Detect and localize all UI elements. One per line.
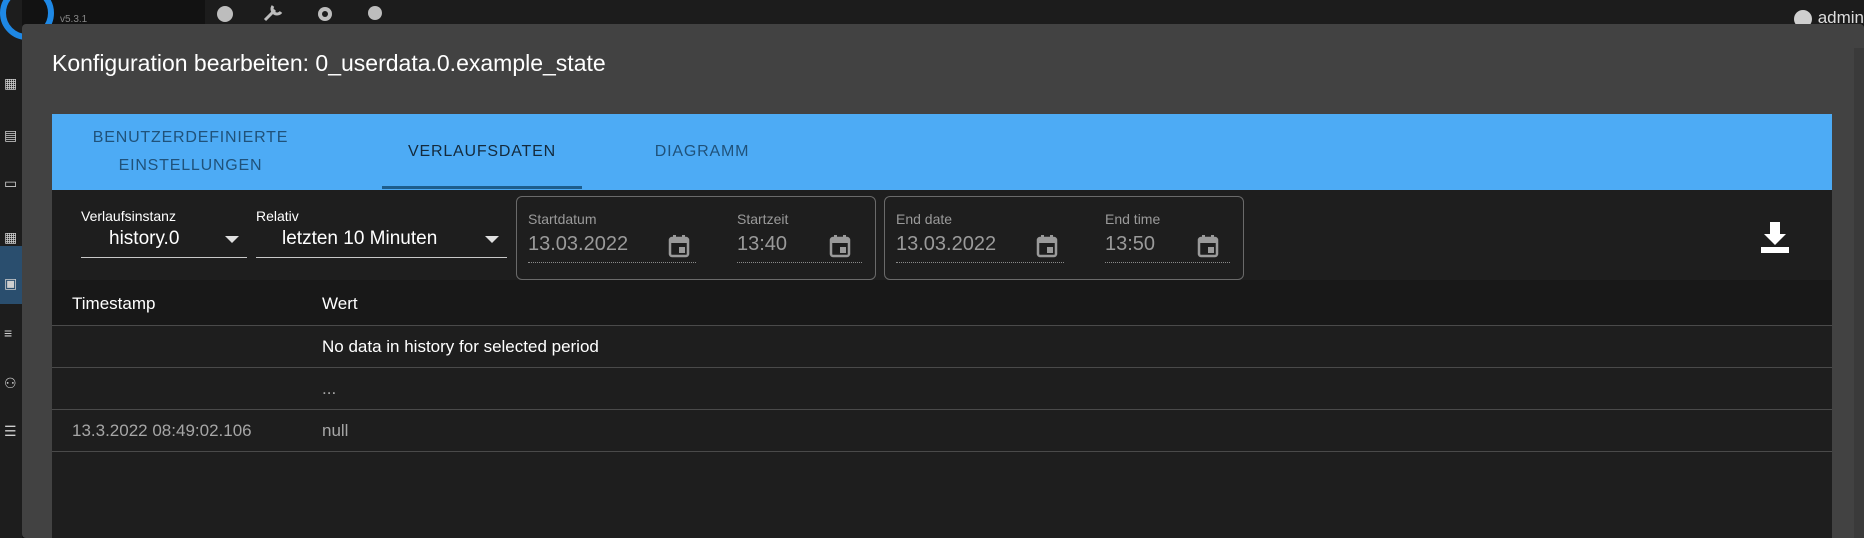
- storage-icon[interactable]: ☰: [4, 424, 20, 438]
- cell-value: null: [322, 421, 349, 440]
- relative-value: letzten 10 Minuten: [282, 228, 438, 249]
- user-icon[interactable]: ⚇: [4, 376, 20, 390]
- table-header: Timestamp Wert: [52, 280, 1832, 326]
- history-toolbar: Verlaufsinstanz history.0 Relativ letzte…: [52, 190, 1832, 280]
- instance-value: history.0: [109, 228, 180, 249]
- image-icon[interactable]: ▣: [4, 276, 20, 290]
- column-header-timestamp[interactable]: Timestamp: [72, 294, 155, 314]
- relative-label: Relativ: [256, 208, 299, 224]
- card-icon[interactable]: ▭: [4, 176, 20, 190]
- wrench-icon[interactable]: [261, 4, 285, 22]
- refresh-icon[interactable]: [213, 4, 237, 22]
- tab-chart[interactable]: DIAGRAMM: [622, 114, 782, 190]
- tab-history-data[interactable]: VERLAUFSDATEN: [382, 114, 582, 190]
- start-time-value: 13:40: [737, 233, 788, 255]
- apps-icon[interactable]: ▦: [4, 76, 20, 90]
- end-time-value: 13:50: [1105, 233, 1156, 255]
- top-bar: [205, 0, 1864, 24]
- tab-label: DIAGRAMM: [654, 143, 750, 160]
- list-icon[interactable]: ≡: [4, 326, 20, 340]
- store-icon[interactable]: ▤: [4, 128, 20, 142]
- start-date-label: Startdatum: [528, 211, 597, 227]
- start-range-group: Startdatum 13.03.2022 Startzeit 13:40: [516, 196, 876, 280]
- calendar-icon[interactable]: [1036, 234, 1058, 258]
- table-row: ...: [52, 368, 1832, 410]
- end-time-input[interactable]: 13:50: [1105, 233, 1230, 263]
- tab-bar: BENUTZERDEFINIERTE EINSTELLUNGEN VERLAUF…: [52, 114, 1832, 190]
- instance-label: Verlaufsinstanz: [81, 208, 176, 224]
- start-time-label: Startzeit: [737, 211, 789, 227]
- dialog-title: Konfiguration bearbeiten: 0_userdata.0.e…: [52, 50, 606, 76]
- start-time-input[interactable]: 13:40: [737, 233, 862, 263]
- start-date-input[interactable]: 13.03.2022: [528, 233, 696, 263]
- calendar-icon[interactable]: [829, 234, 851, 258]
- end-date-label: End date: [896, 211, 953, 227]
- start-date-value: 13.03.2022: [528, 233, 629, 255]
- column-header-value[interactable]: Wert: [322, 294, 358, 314]
- tab-label: VERLAUFSDATEN: [408, 143, 556, 160]
- instance-select[interactable]: history.0: [81, 228, 247, 258]
- end-time-label: End time: [1105, 211, 1161, 227]
- calendar-icon[interactable]: [1197, 234, 1219, 258]
- chevron-down-icon: [485, 236, 499, 243]
- chevron-down-icon: [225, 236, 239, 243]
- relative-select[interactable]: letzten 10 Minuten: [256, 228, 507, 258]
- dialog-scrollbar[interactable]: [1854, 48, 1864, 538]
- cell-value: No data in history for selected period: [322, 337, 599, 356]
- tab-active-indicator: [382, 186, 582, 189]
- cell-timestamp: 13.3.2022 08:49:02.106: [72, 421, 252, 440]
- sidebar: ▦ ▤ ▭ ▦ ▣ ≡ ⚇ ☰: [0, 0, 22, 538]
- config-dialog: Konfiguration bearbeiten: 0_userdata.0.e…: [22, 24, 1864, 538]
- tab-label-line1: BENUTZERDEFINIERTE: [92, 129, 289, 146]
- download-icon[interactable]: [1759, 220, 1791, 254]
- grid-icon[interactable]: ▦: [4, 230, 20, 244]
- table-row: 13.3.2022 08:49:02.106 null: [52, 410, 1832, 452]
- calendar-icon[interactable]: [668, 234, 690, 258]
- end-date-input[interactable]: 13.03.2022: [896, 233, 1064, 263]
- history-panel: BENUTZERDEFINIERTE EINSTELLUNGEN VERLAUF…: [52, 114, 1832, 538]
- cell-value: ...: [322, 379, 337, 398]
- gear-icon[interactable]: [313, 4, 337, 22]
- end-range-group: End date 13.03.2022 End time 13:50: [884, 196, 1244, 280]
- table-row: No data in history for selected period: [52, 326, 1832, 368]
- tab-custom-settings[interactable]: BENUTZERDEFINIERTE EINSTELLUNGEN: [52, 114, 329, 190]
- adapter-icon[interactable]: [363, 4, 387, 22]
- end-date-value: 13.03.2022: [896, 233, 997, 255]
- tab-label-line2: EINSTELLUNGEN: [118, 157, 263, 174]
